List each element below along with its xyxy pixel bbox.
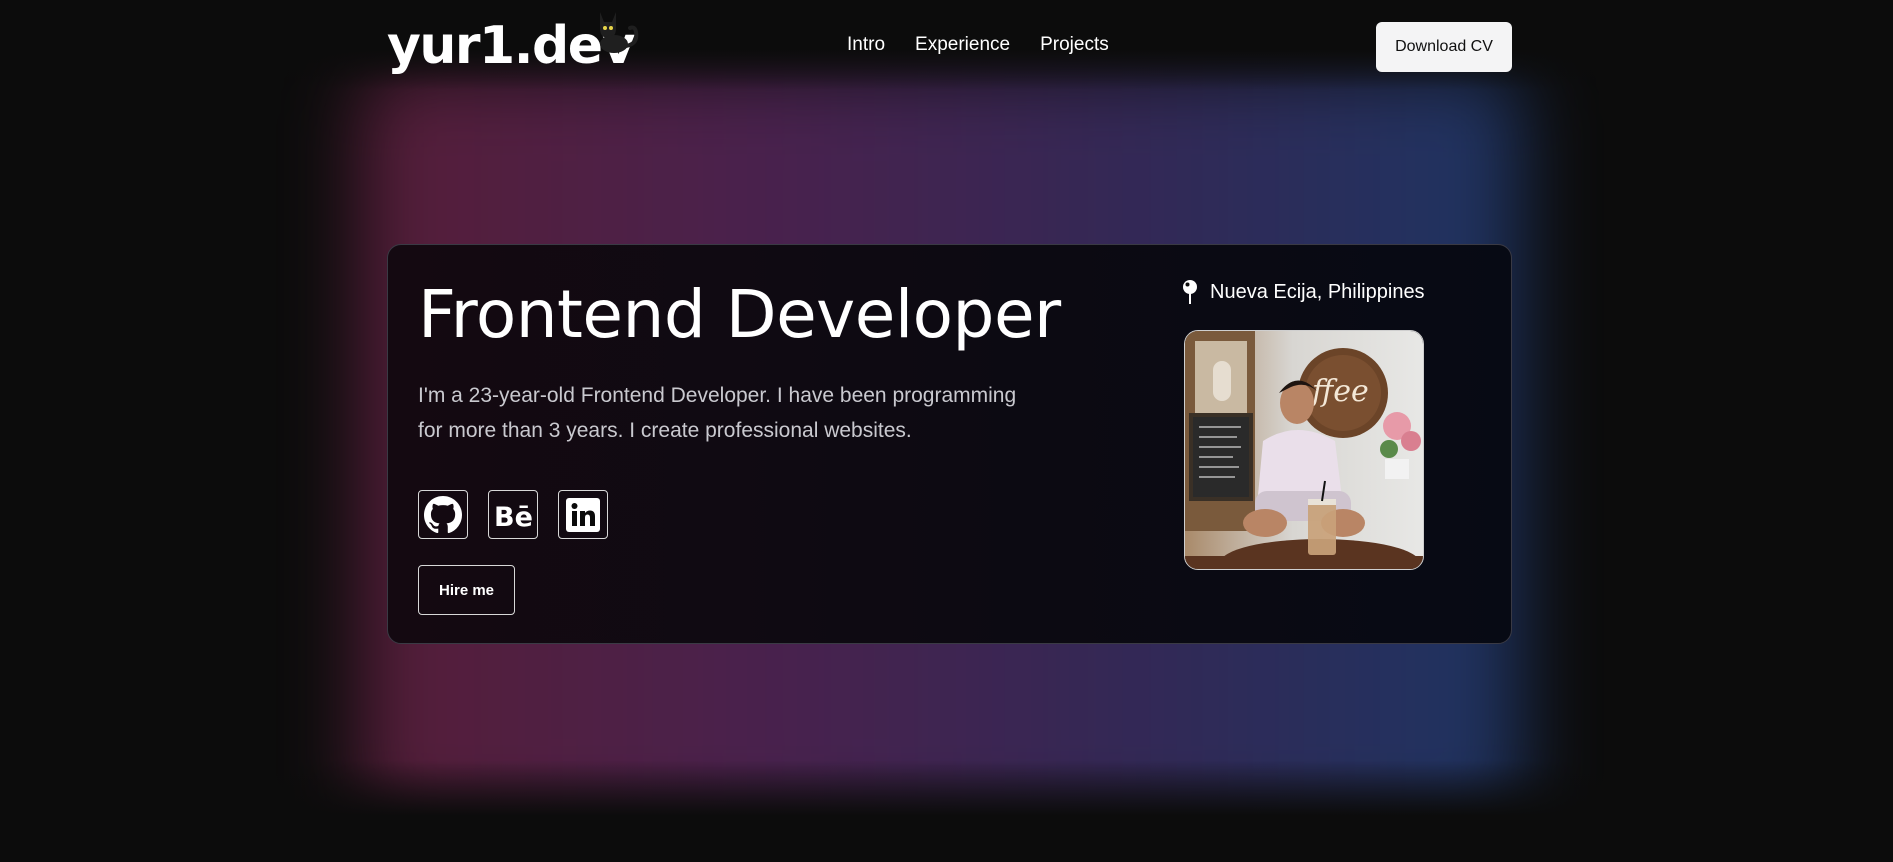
social-links: Bē (418, 490, 608, 539)
profile-photo: ffee (1184, 330, 1424, 570)
hero-card: Frontend Developer I'm a 23-year-old Fro… (387, 244, 1512, 644)
hire-me-button[interactable]: Hire me (418, 565, 515, 615)
github-icon (424, 495, 462, 533)
download-cv-button[interactable]: Download CV (1376, 22, 1512, 72)
svg-text:ffee: ffee (1310, 374, 1369, 409)
linkedin-icon (566, 497, 600, 532)
nav-link-intro[interactable]: Intro (847, 34, 885, 56)
page: yur1.dev Intro Experience Projects Downl… (0, 0, 1893, 862)
nav-link-experience[interactable]: Experience (915, 34, 1010, 56)
map-pin-icon (1183, 280, 1197, 304)
behance-icon: Bē (494, 502, 533, 530)
svg-text:Bē: Bē (494, 502, 533, 530)
hero-intro: I'm a 23-year-old Frontend Developer. I … (418, 384, 1017, 442)
cat-icon (600, 12, 639, 53)
github-link[interactable] (418, 490, 468, 539)
linkedin-link[interactable] (558, 490, 608, 539)
site-header: yur1.dev Intro Experience Projects Downl… (387, 0, 1512, 95)
location-text: Nueva Ecija, Philippines (1210, 280, 1425, 303)
location: Nueva Ecija, Philippines (1182, 279, 1425, 305)
profile-photo-image: ffee (1185, 331, 1423, 569)
hero-title: Frontend Developer (418, 276, 1061, 353)
nav-link-projects[interactable]: Projects (1040, 34, 1109, 56)
glow-fade-bottom (0, 760, 1893, 862)
main-nav: Intro Experience Projects (847, 34, 1109, 56)
behance-link[interactable]: Bē (488, 490, 538, 539)
